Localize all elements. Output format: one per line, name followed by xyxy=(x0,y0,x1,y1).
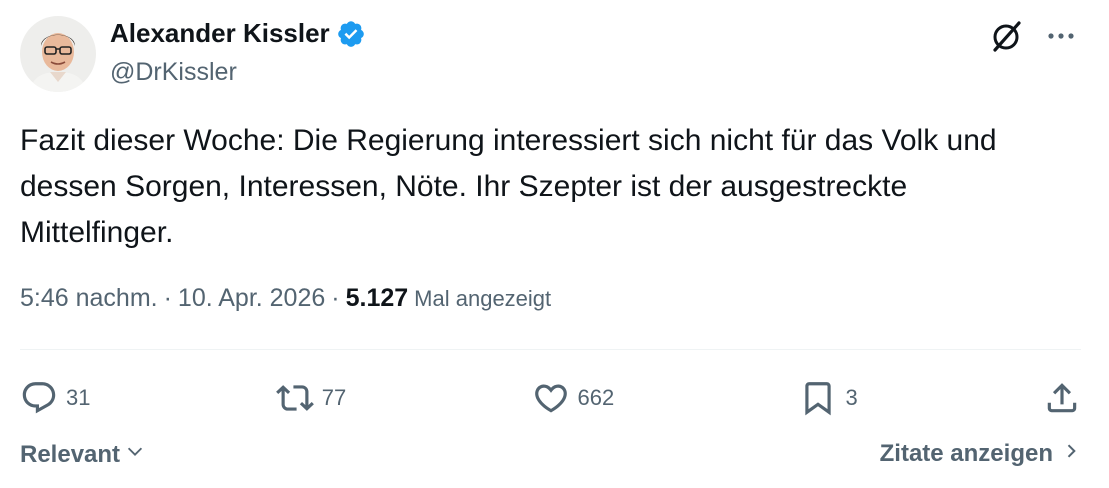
tweet-date[interactable]: 10. Apr. 2026 xyxy=(178,284,325,313)
repost-icon xyxy=(275,385,314,411)
author-name-row: Alexander Kissler xyxy=(110,18,366,49)
reply-icon xyxy=(22,382,56,414)
avatar[interactable] xyxy=(20,16,96,92)
sort-label: Relevant xyxy=(20,440,121,468)
avatar-image xyxy=(20,16,96,92)
repost-button[interactable]: 77 xyxy=(275,379,347,417)
reply-count: 31 xyxy=(66,385,91,410)
author-handle[interactable]: @DrKissler xyxy=(110,58,237,87)
tweet-meta: 5:46 nachm. · 10. Apr. 2026 · 5.127 Mal … xyxy=(20,284,551,313)
chevron-right-icon xyxy=(1061,440,1081,468)
grok-icon[interactable] xyxy=(989,18,1025,54)
share-button[interactable] xyxy=(1043,379,1081,417)
tweet-top-actions xyxy=(989,18,1079,54)
sort-dropdown[interactable]: Relevant xyxy=(20,440,146,469)
views-count: 5.127 xyxy=(345,284,409,312)
like-count: 662 xyxy=(577,385,615,410)
divider xyxy=(20,349,1081,350)
meta-separator: · xyxy=(163,284,172,312)
bookmark-icon xyxy=(805,382,832,416)
bookmark-button[interactable]: 3 xyxy=(799,379,858,417)
tweet-actions-bar: 31 77 662 3 xyxy=(20,376,1081,420)
repost-count: 77 xyxy=(321,385,347,410)
views-label: Mal angezeigt xyxy=(414,286,552,311)
share-icon xyxy=(1047,383,1077,413)
author-name[interactable]: Alexander Kissler xyxy=(110,18,330,49)
tweet-text: Fazit dieser Woche: Die Regierung intere… xyxy=(20,124,997,249)
chevron-down-icon xyxy=(124,440,146,469)
more-icon[interactable] xyxy=(1043,18,1079,54)
like-button[interactable]: 662 xyxy=(532,379,615,417)
meta-separator: · xyxy=(331,284,340,312)
verified-badge-icon[interactable] xyxy=(336,19,366,49)
bookmark-count: 3 xyxy=(845,385,858,410)
reply-button[interactable]: 31 xyxy=(20,379,90,417)
tweet-time[interactable]: 5:46 nachm. xyxy=(20,284,158,313)
view-quotes-label: Zitate anzeigen xyxy=(879,440,1053,467)
like-icon xyxy=(534,384,567,413)
view-quotes-link[interactable]: Zitate anzeigen xyxy=(880,440,1081,468)
